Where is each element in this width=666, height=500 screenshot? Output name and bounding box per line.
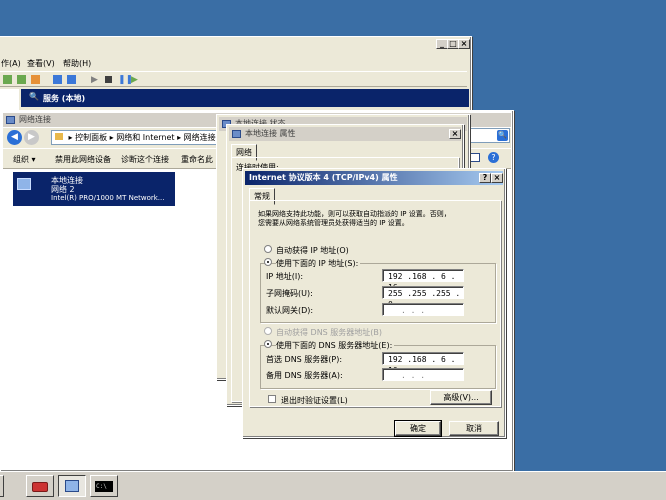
breadcrumb-control-panel[interactable]: 控制面板 [75,133,107,142]
adapter-device: Intel(R) PRO/1000 MT Network... [51,194,165,202]
taskbar-network-button[interactable] [58,475,86,497]
auto-ip-radio[interactable] [264,245,272,253]
toolbar: ▶ ❚❚ ▶ [0,71,467,87]
services-icon: 🔍 [29,92,39,101]
taskbar-cmd-button[interactable]: C:\ [90,475,118,497]
subnet-mask-field[interactable]: 255 .255 .255 . 0 [382,286,464,309]
window-title: 本地连接 属性 [245,129,296,138]
menu-help[interactable]: 帮助(H) [63,58,91,69]
menu-action[interactable]: 作(A) [1,58,21,69]
ip-address-field[interactable]: 192 .168 . 6 . 16 [382,269,464,292]
manual-ip-radio[interactable] [264,258,272,266]
validate-checkbox[interactable] [268,395,276,403]
forward-button[interactable]: ▶ [24,130,39,145]
ip-address-label: IP 地址(I): [266,272,304,281]
toolbox-icon [32,482,48,492]
disable-device-button[interactable]: 禁用此网络设备 [55,154,111,165]
network-adapter-icon [17,178,31,190]
services-title: 服务 (本地) [43,94,86,103]
advanced-button[interactable]: 高级(V)... [430,390,492,405]
refresh-icon[interactable] [31,75,40,84]
cancel-button[interactable]: 取消 [449,421,499,436]
restart-icon[interactable]: ▶ [131,75,138,85]
breadcrumb-network-internet[interactable]: 网络和 Internet [116,133,174,142]
auto-dns-radio [264,327,272,335]
rename-button[interactable]: 重命名此 [181,154,213,165]
general-panel: 如果网络支持此功能，则可以获取自动指派的 IP 设置。否则， 您需要从网络系统管… [249,200,501,407]
stop-icon[interactable] [105,76,112,83]
gateway-field[interactable]: . . . [382,303,464,316]
description-line-2: 您需要从网络系统管理员处获得适当的 IP 设置。 [258,219,409,227]
gateway-label: 默认网关(D): [266,306,314,315]
close-button[interactable]: × [458,39,470,49]
preferred-dns-label: 首选 DNS 服务器(P): [266,355,343,364]
menu-view[interactable]: 查看(V) [27,58,55,69]
dialog-title: Internet 协议版本 4 (TCP/IPv4) 属性 [249,173,398,182]
properties-icon[interactable] [67,75,76,84]
command-prompt-icon: C:\ [95,481,113,492]
taskbar-toolbox-button[interactable] [26,475,54,497]
breadcrumb[interactable]: ▸ 控制面板 ▸ 网络和 Internet ▸ 网络连接 [51,130,225,145]
close-button[interactable]: × [449,129,461,139]
subnet-mask-label: 子网掩码(U): [266,289,313,298]
help-icon[interactable] [53,75,62,84]
ipv4-titlebar: Internet 协议版本 4 (TCP/IPv4) 属性 [245,171,503,185]
help-button[interactable]: ? [479,173,491,183]
search-icon[interactable]: 🔍 [497,130,508,141]
folder-icon [55,133,63,140]
taskbar-start-stub[interactable] [0,475,4,497]
taskbar: C:\ [0,471,666,500]
organize-button[interactable]: 组织 ▾ [13,154,36,165]
auto-ip-label[interactable]: 自动获得 IP 地址(O) [276,245,349,256]
back-button[interactable]: ◀ [7,130,22,145]
breadcrumb-network-connections[interactable]: 网络连接 [184,133,216,142]
help-circle-icon[interactable]: ? [488,152,499,163]
adapter-item-local[interactable]: 本地连接 网络 2 Intel(R) PRO/1000 MT Network..… [13,172,175,206]
ipv4-properties-dialog: Internet 协议版本 4 (TCP/IPv4) 属性 ? × 常规 如果网… [242,168,506,438]
auto-dns-label: 自动获得 DNS 服务器地址(B) [276,328,383,337]
manual-dns-label[interactable]: 使用下面的 DNS 服务器地址(E): [276,340,395,351]
back-icon[interactable] [3,75,12,84]
play-icon[interactable]: ▶ [91,75,98,85]
network-icon [232,130,241,138]
diagnose-button[interactable]: 诊断这个连接 [121,154,169,165]
preferred-dns-field[interactable]: 192 .168 . 6 . 10 [382,352,464,375]
forward-icon[interactable] [17,75,26,84]
server-icon [65,480,79,492]
alternate-dns-label: 备用 DNS 服务器(A): [266,371,343,380]
validate-label[interactable]: 退出时验证设置(L) [281,395,348,406]
services-banner: 🔍 服务 (本地) [21,89,469,107]
alternate-dns-field[interactable]: . . . [382,368,464,381]
properties-titlebar: 本地连接 属性 [229,127,461,141]
manual-dns-radio[interactable] [264,340,272,348]
window-title: 网络连接 [19,115,51,124]
ok-button[interactable]: 确定 [394,420,442,437]
menubar: 作(A) 查看(V) 帮助(H) [0,55,467,71]
network-icon [6,116,15,124]
view-options-icon[interactable] [470,153,480,162]
manual-ip-label[interactable]: 使用下面的 IP 地址(S): [276,258,361,269]
close-button[interactable]: × [491,173,503,183]
